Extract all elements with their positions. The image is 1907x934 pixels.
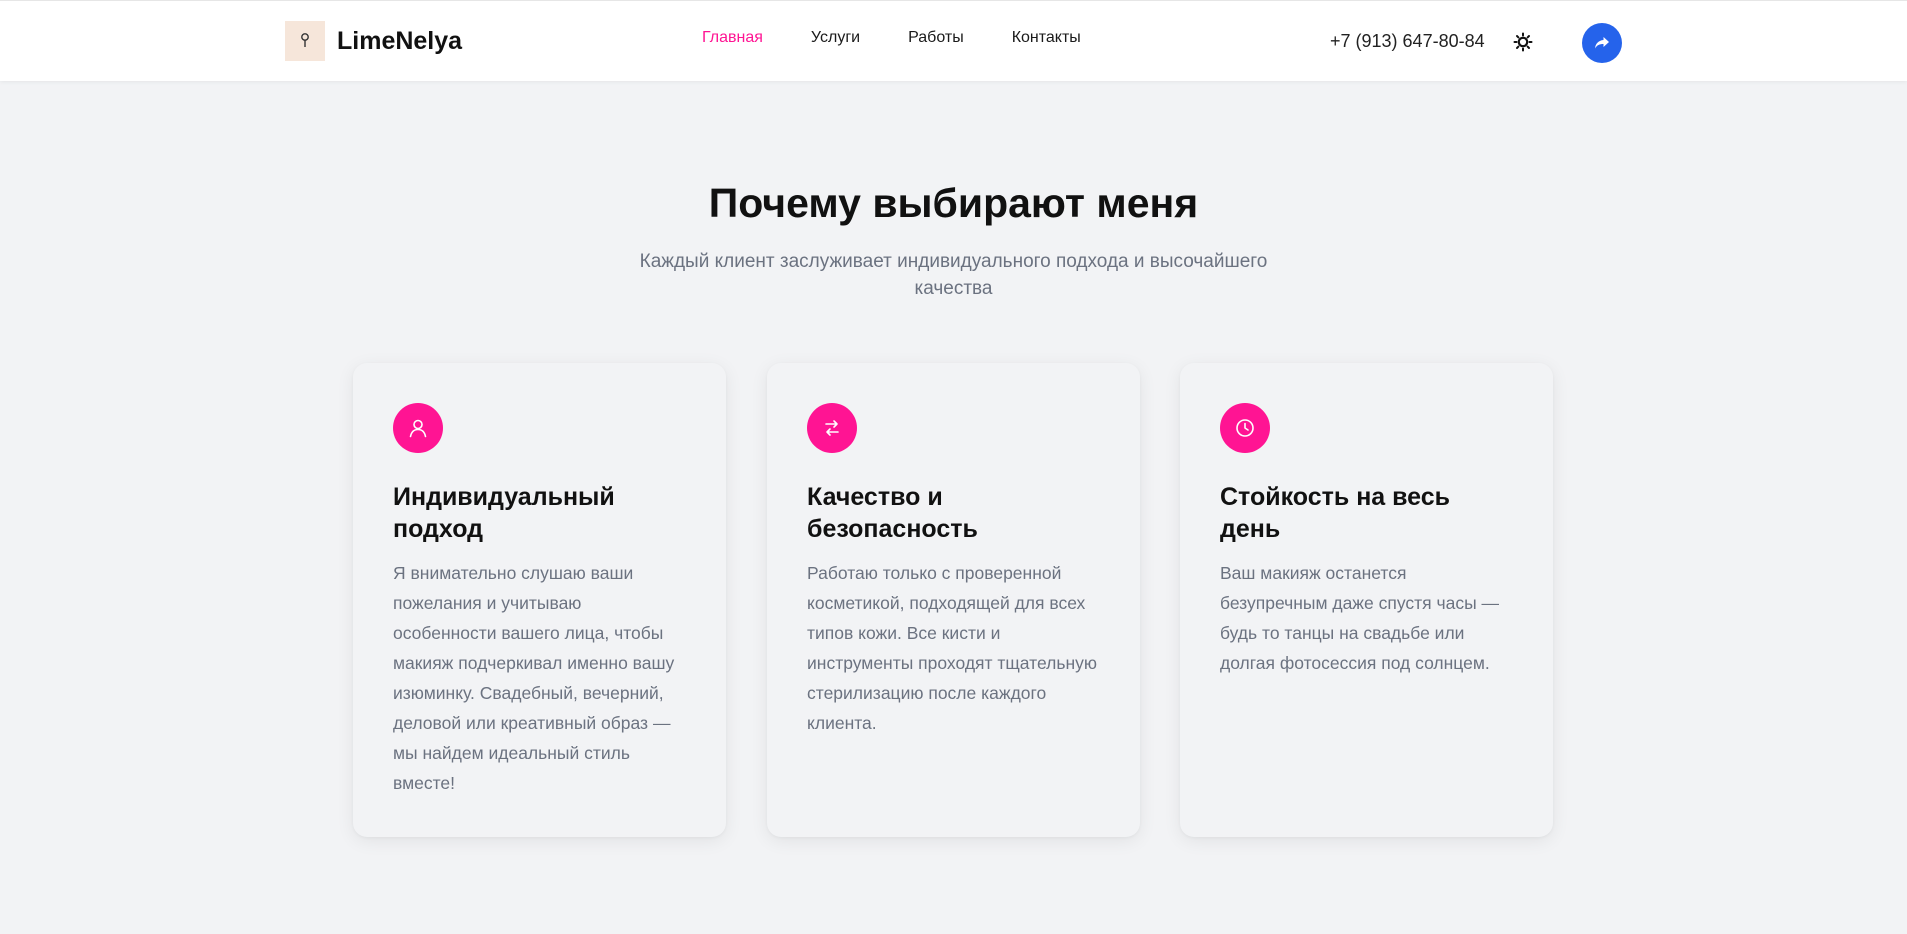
brand[interactable]: LimeNelya xyxy=(285,21,462,61)
share-button[interactable] xyxy=(1582,23,1622,63)
arrows-icon-badge xyxy=(807,403,857,453)
site-header: LimeNelya Главная Услуги Работы Контакты… xyxy=(0,0,1907,81)
feature-card-quality: Качество и безопасность Работаю только с… xyxy=(767,363,1140,837)
user-icon xyxy=(409,419,427,438)
feature-title: Качество и безопасность xyxy=(807,483,978,543)
arrows-exchange-icon xyxy=(825,420,839,436)
user-icon-badge xyxy=(393,403,443,453)
feature-title: Индивидуальный подход xyxy=(393,483,615,543)
share-arrow-icon xyxy=(1595,37,1609,49)
feature-text: Работаю только с проверенной косметикой,… xyxy=(807,563,1097,733)
theme-toggle[interactable] xyxy=(1512,31,1534,53)
nav-item-works[interactable]: Работы xyxy=(908,29,964,47)
feature-text: Ваш макияж останется безупречным даже сп… xyxy=(1220,563,1500,673)
feature-title: Стойкость на весь день xyxy=(1220,483,1451,543)
feature-card-individual: Индивидуальный подход Я внимательно слуш… xyxy=(353,363,726,837)
sun-icon xyxy=(1513,32,1533,52)
main-nav: Главная Услуги Работы Контакты xyxy=(702,29,1081,47)
section-title: Почему выбирают меня xyxy=(708,180,1199,226)
phone-link[interactable]: +7 (913) 647-80-84 xyxy=(1330,31,1485,52)
nav-item-home[interactable]: Главная xyxy=(702,29,763,47)
feature-card-durability: Стойкость на весь день Ваш макияж остане… xyxy=(1180,363,1553,837)
feature-text: Я внимательно слушаю ваши пожелания и уч… xyxy=(393,563,675,793)
logo-image[interactable] xyxy=(285,21,325,61)
logo-icon xyxy=(301,33,309,47)
nav-item-services[interactable]: Услуги xyxy=(811,29,860,47)
clock-icon xyxy=(1236,419,1254,437)
brand-name[interactable]: LimeNelya xyxy=(337,27,462,56)
nav-item-contacts[interactable]: Контакты xyxy=(1012,29,1081,47)
clock-icon-badge xyxy=(1220,403,1270,453)
section-subtitle: Каждый клиент заслуживает индивидуальног… xyxy=(639,251,1268,299)
